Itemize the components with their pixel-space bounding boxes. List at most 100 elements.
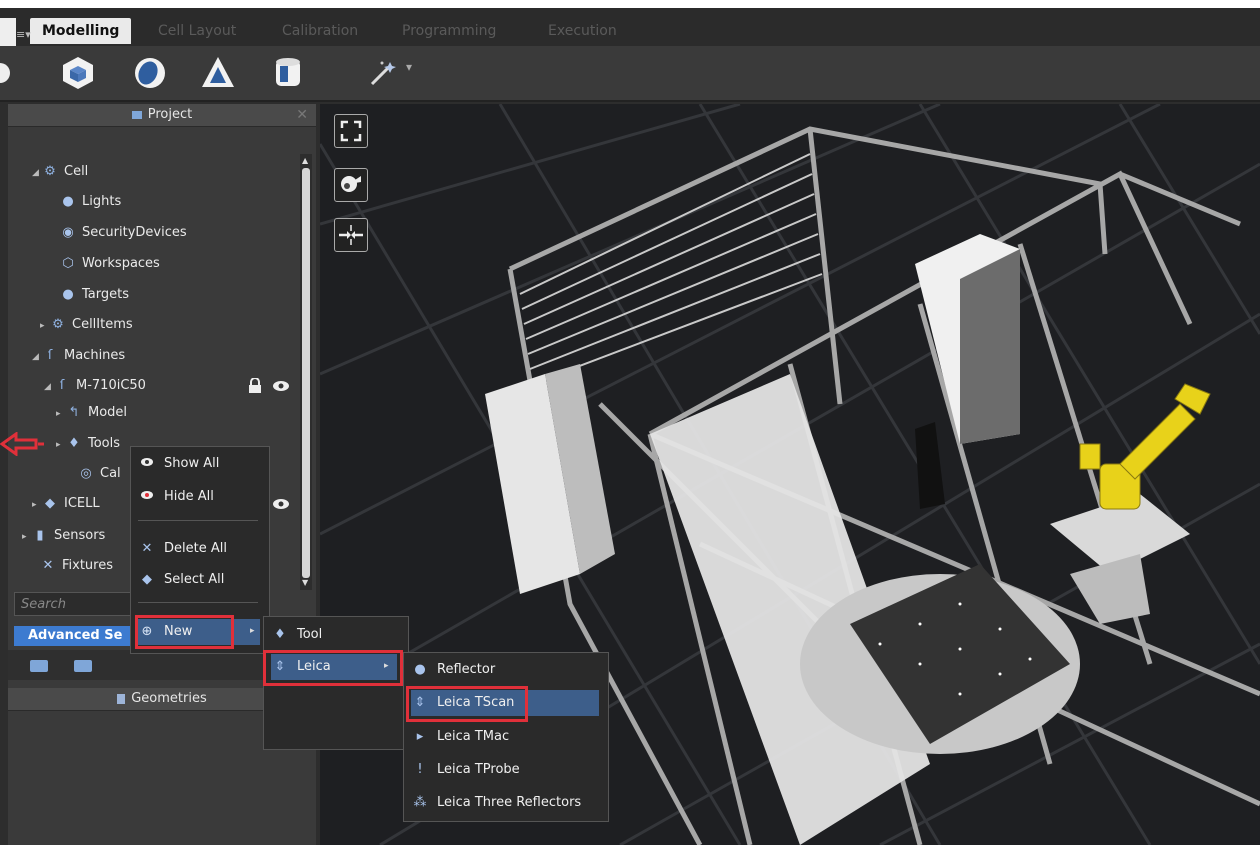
tab-cell-layout[interactable]: Cell Layout	[146, 18, 248, 44]
tree-item-cellitems[interactable]: ▸ ⚙ CellItems	[40, 313, 133, 337]
cone-icon[interactable]	[198, 54, 238, 92]
cell-items-icon: ⚙	[52, 317, 64, 332]
geometries-panel-title: Geometries	[131, 691, 207, 706]
machine-icon: ſ	[47, 348, 53, 363]
expander[interactable]: ▸	[56, 433, 66, 457]
lock-icon[interactable]	[248, 377, 262, 393]
expander[interactable]: ◢	[32, 345, 42, 369]
magic-wand-icon[interactable]	[362, 54, 402, 92]
menu-label: Delete All	[164, 541, 227, 556]
menu-label: Hide All	[164, 489, 214, 504]
leica-tmac-menu-item[interactable]: ▸ Leica TMac	[411, 724, 509, 750]
hidden-eye-icon	[138, 484, 156, 510]
tree-item-calibration[interactable]: ◎ Cal	[78, 462, 121, 486]
geometry-icon	[117, 693, 126, 704]
list-view-menu[interactable]: ≡▾	[16, 28, 31, 41]
tree-item-label: Tools	[88, 436, 121, 451]
menu-divider	[138, 602, 258, 603]
tree-item-label: Workspaces	[82, 256, 160, 271]
tree-item-security-devices[interactable]: ◉ SecurityDevices	[60, 221, 187, 245]
sphere-icon[interactable]	[130, 54, 170, 92]
folder-icon[interactable]	[30, 660, 48, 672]
reflector-icon: ●	[414, 662, 426, 677]
tprobe-icon: !	[417, 762, 423, 777]
select-all-menu-item[interactable]: ◆ Select All	[138, 567, 224, 593]
tree-item-machines[interactable]: ◢ ſ Machines	[32, 344, 125, 368]
tree-item-icell[interactable]: ▸ ◆ ICELL	[32, 492, 100, 516]
tree-item-sensors[interactable]: ▸ ▮ Sensors	[22, 524, 105, 548]
tree-scrollbar-thumb[interactable]	[302, 168, 310, 578]
menu-label: Select All	[164, 572, 225, 587]
bottom-margin	[0, 845, 1260, 851]
tab-modelling[interactable]: Modelling	[30, 18, 132, 44]
folder-icon[interactable]	[74, 660, 92, 672]
cylinder-icon[interactable]	[268, 54, 308, 92]
scroll-down-icon[interactable]: ▼	[302, 578, 308, 587]
close-icon[interactable]: ✕	[296, 104, 308, 126]
tree-item-model[interactable]: ▸ ↰ Model	[56, 401, 127, 425]
leica-tprobe-menu-item[interactable]: ! Leica TProbe	[411, 757, 520, 783]
light-bulb-icon: ●	[62, 194, 74, 209]
menu-divider	[138, 520, 258, 521]
tree-item-label: Cell	[64, 164, 89, 179]
folder-icon	[131, 110, 142, 119]
tab-programming[interactable]: Programming	[390, 18, 508, 44]
red-arrow-annotation	[0, 431, 46, 460]
fit-view-icon[interactable]	[334, 114, 368, 148]
project-panel-title: Project	[147, 107, 193, 122]
tab-calibration[interactable]: Calibration	[270, 18, 370, 44]
menu-label: Reflector	[437, 662, 496, 677]
tree-item-fixtures[interactable]: ✕ Fixtures	[40, 554, 113, 578]
reflector-menu-item[interactable]: ● Reflector	[411, 657, 495, 683]
partial-tool-icon[interactable]	[0, 54, 20, 92]
hide-all-menu-item[interactable]: Hide All	[138, 484, 214, 510]
menu-label: Leica TProbe	[437, 762, 520, 777]
expander[interactable]: ◢	[32, 161, 42, 185]
application-window: Modelling Cell Layout Calibration Progra…	[0, 0, 1260, 851]
tree-item-workspaces[interactable]: ⬡ Workspaces	[60, 252, 160, 276]
view-tool-icon[interactable]	[334, 168, 368, 202]
leica-three-reflectors-menu-item[interactable]: ⁂ Leica Three Reflectors	[411, 790, 582, 816]
tree-item-cell[interactable]: ◢ ⚙ Cell	[32, 160, 88, 184]
eye-icon[interactable]	[272, 497, 290, 515]
expander[interactable]: ◢	[44, 375, 54, 399]
expander[interactable]: ▸	[32, 493, 42, 517]
search-input[interactable]: Search	[14, 592, 136, 616]
expander[interactable]: ▸	[22, 525, 32, 549]
advanced-search-button[interactable]: Advanced Se	[14, 626, 132, 646]
tree-item-m710ic50[interactable]: ◢ ſ M-710iC50	[44, 374, 146, 398]
expander[interactable]: ▸	[40, 314, 50, 338]
tree-item-label: Machines	[64, 348, 126, 363]
tree-item-lights[interactable]: ● Lights	[60, 190, 121, 214]
show-all-menu-item[interactable]: Show All	[138, 451, 219, 477]
fixture-icon: ✕	[42, 558, 54, 573]
snap-icon[interactable]	[334, 218, 368, 252]
tree-item-label: SecurityDevices	[82, 225, 187, 240]
cube-icon[interactable]	[58, 54, 98, 92]
tree-item-label: Lights	[82, 194, 122, 209]
expander[interactable]: ▸	[56, 402, 66, 426]
tab-execution[interactable]: Execution	[536, 18, 629, 44]
cell-icon: ⚙	[44, 164, 56, 179]
delete-all-menu-item[interactable]: ✕ Delete All	[138, 536, 227, 562]
tree-item-tools[interactable]: ▸ ♦ Tools	[56, 432, 120, 456]
tree-item-label: Fixtures	[62, 558, 114, 573]
scroll-up-icon[interactable]: ▲	[302, 156, 308, 165]
eye-icon[interactable]	[272, 379, 290, 397]
three-reflectors-icon: ⁂	[413, 795, 427, 810]
tree-item-label: CellItems	[72, 317, 133, 332]
model-icon: ↰	[68, 405, 80, 420]
select-icon: ◆	[142, 572, 152, 587]
tree-item-label: Targets	[82, 287, 129, 302]
top-margin	[0, 0, 1260, 8]
project-panel-header: Project ✕	[8, 104, 316, 127]
tree-item-targets[interactable]: ● Targets	[60, 283, 129, 307]
menu-label: Leica TMac	[437, 729, 510, 744]
tree-item-label: Cal	[100, 466, 121, 481]
submenu-arrow-icon: ▸	[250, 626, 255, 636]
highlight-box	[406, 686, 528, 722]
wand-dropdown[interactable]: ▾	[406, 60, 412, 74]
tool-menu-item[interactable]: ♦ Tool	[271, 622, 322, 648]
tree-item-label: Model	[88, 405, 128, 420]
security-icon: ◉	[62, 225, 74, 240]
